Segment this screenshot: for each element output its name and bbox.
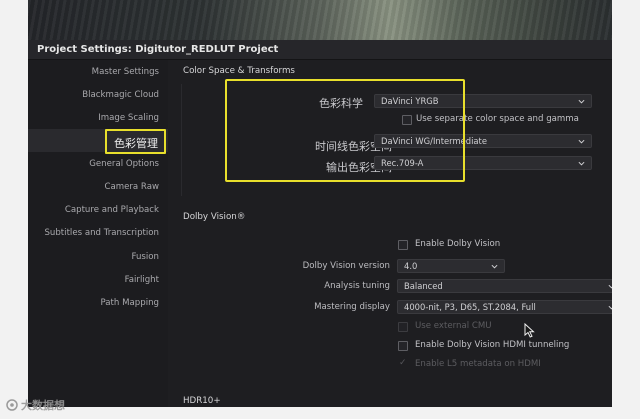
color-space-highlight-box bbox=[225, 79, 465, 182]
l5-metadata-label: Enable L5 metadata on HDMI bbox=[415, 359, 541, 369]
background-photo bbox=[28, 0, 612, 40]
sidebar-item-fairlight[interactable]: Fairlight bbox=[125, 273, 159, 287]
sidebar-item-subtitles-transcription[interactable]: Subtitles and Transcription bbox=[44, 226, 159, 240]
mastering-display-value: 4000-nit, P3, D65, ST.2084, Full bbox=[404, 302, 536, 312]
section-title-color-space: Color Space & Transforms bbox=[183, 66, 295, 76]
dolby-version-dropdown[interactable]: 4.0 bbox=[397, 259, 505, 273]
sidebar-item-master-settings[interactable]: Master Settings bbox=[92, 65, 159, 79]
sidebar-item-general-options[interactable]: General Options bbox=[89, 157, 159, 171]
analysis-tuning-value: Balanced bbox=[404, 281, 443, 291]
sidebar-item-capture-playback[interactable]: Capture and Playback bbox=[65, 203, 159, 217]
sidebar-item-blackmagic-cloud[interactable]: Blackmagic Cloud bbox=[82, 88, 159, 102]
hdmi-tunneling-checkbox[interactable] bbox=[398, 341, 408, 351]
chevron-down-icon bbox=[578, 161, 585, 166]
mastering-display-dropdown[interactable]: 4000-nit, P3, D65, ST.2084, Full bbox=[397, 300, 612, 314]
sidebar-item-color-management[interactable]: 色彩管理 bbox=[105, 129, 166, 154]
sidebar-item-fusion[interactable]: Fusion bbox=[132, 250, 160, 264]
page-margin-right bbox=[612, 0, 640, 419]
hdmi-tunneling-label: Enable Dolby Vision HDMI tunneling bbox=[415, 340, 570, 350]
mastering-display-label: Mastering display bbox=[314, 302, 390, 312]
chevron-down-icon bbox=[578, 99, 585, 104]
watermark-logo-icon bbox=[6, 399, 18, 411]
section-title-hdr10: HDR10+ bbox=[183, 396, 221, 406]
project-settings-window: Project Settings: Digitutor_REDLUT Proje… bbox=[28, 40, 612, 407]
section-title-dolby-vision: Dolby Vision® bbox=[183, 212, 246, 222]
window-title: Project Settings: Digitutor_REDLUT Proje… bbox=[28, 40, 612, 60]
sidebar-item-camera-raw[interactable]: Camera Raw bbox=[104, 180, 159, 194]
chevron-down-icon bbox=[578, 139, 585, 144]
sidebar-item-image-scaling[interactable]: Image Scaling bbox=[98, 111, 159, 125]
checkmark-icon[interactable]: ✓ bbox=[399, 358, 407, 368]
external-cmu-checkbox[interactable] bbox=[398, 322, 408, 332]
dolby-version-value: 4.0 bbox=[404, 261, 418, 271]
mouse-cursor-icon bbox=[524, 323, 535, 338]
panel-divider bbox=[181, 84, 182, 196]
external-cmu-label: Use external CMU bbox=[415, 321, 492, 331]
chevron-down-icon bbox=[491, 264, 498, 269]
watermark-text: 大数据想 bbox=[21, 399, 65, 412]
chevron-down-icon bbox=[608, 284, 612, 289]
enable-dolby-vision-label: Enable Dolby Vision bbox=[415, 239, 501, 249]
watermark: 大数据想 bbox=[6, 397, 65, 413]
sidebar-item-color-management-label: 色彩管理 bbox=[114, 137, 158, 150]
sidebar-item-path-mapping[interactable]: Path Mapping bbox=[101, 296, 160, 310]
settings-sidebar: Master Settings Blackmagic Cloud Image S… bbox=[28, 60, 168, 407]
analysis-tuning-dropdown[interactable]: Balanced bbox=[397, 279, 612, 293]
page-margin-bottom bbox=[0, 407, 640, 419]
chevron-down-icon bbox=[608, 305, 612, 310]
page-margin-left bbox=[0, 0, 28, 419]
analysis-tuning-label: Analysis tuning bbox=[324, 281, 390, 291]
dolby-version-label: Dolby Vision version bbox=[302, 261, 390, 271]
enable-dolby-vision-checkbox[interactable] bbox=[398, 240, 408, 250]
